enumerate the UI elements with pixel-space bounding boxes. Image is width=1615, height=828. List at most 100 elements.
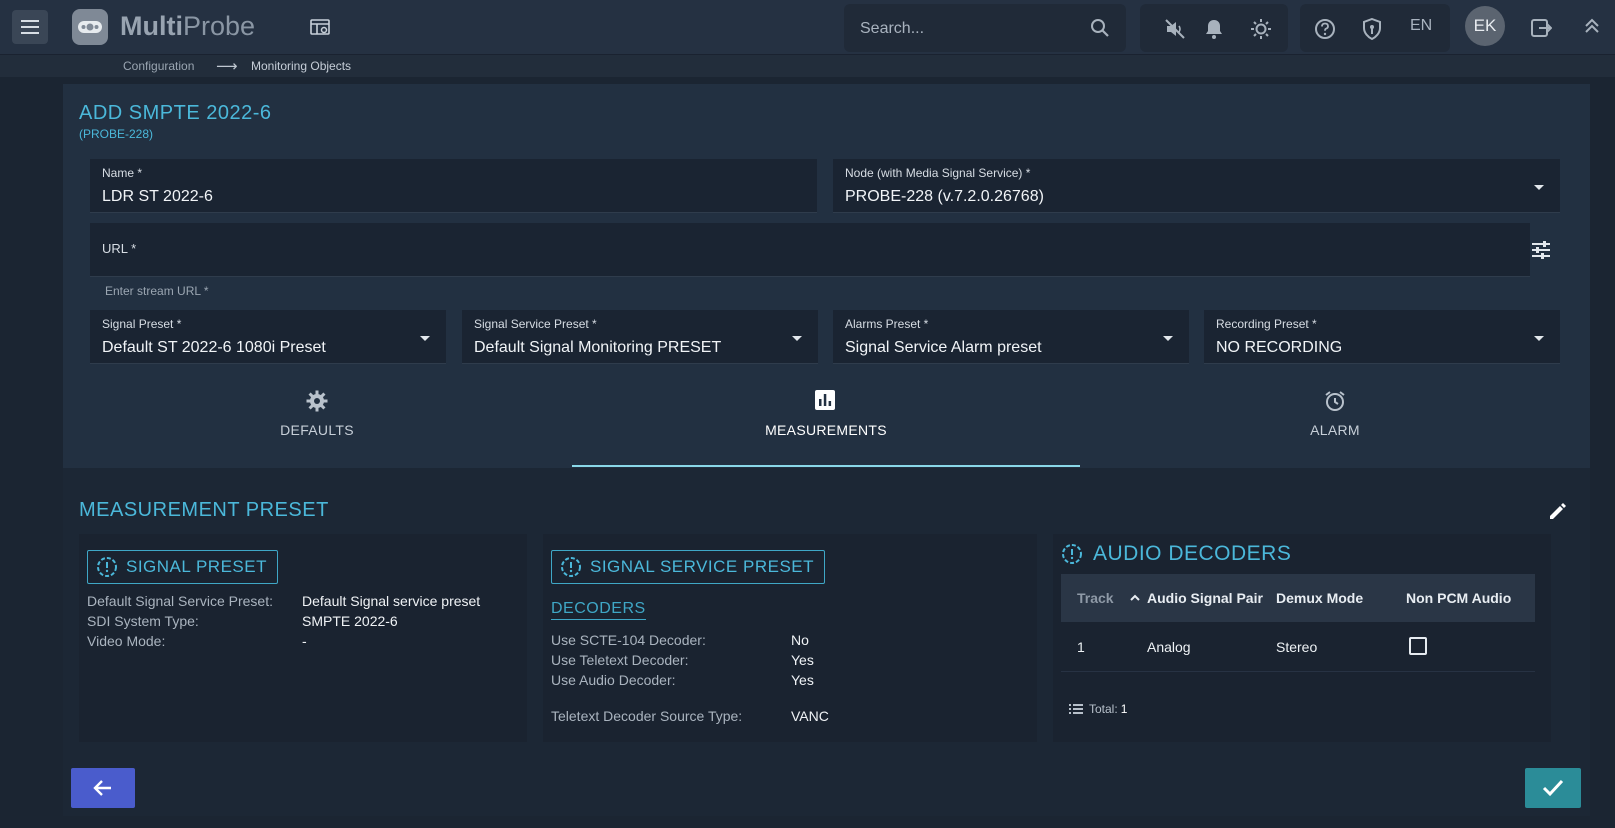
breadcrumb: Configuration ⟶ Monitoring Objects [0,55,1615,77]
menu-icon [21,20,39,34]
tab-defaults-label: DEFAULTS [280,422,354,438]
tab-defaults[interactable]: DEFAULTS [63,389,571,451]
kv-key: Video Mode: [87,633,166,649]
node-select[interactable]: Node (with Media Signal Service) * PROBE… [833,159,1560,213]
recording-preset-label: Recording Preset * [1216,317,1317,331]
page-title: ADD SMPTE 2022-6 [79,102,272,124]
chevron-down-icon [1534,336,1544,341]
signal-preset-value: Default ST 2022-6 1080i Preset [102,339,326,356]
check-icon [1542,779,1564,797]
language-selector[interactable]: EN [1410,17,1432,35]
alarms-preset-label: Alarms Preset * [845,317,929,331]
breadcrumb-separator: ⟶ [216,58,238,75]
chart-icon [814,389,838,413]
list-icon [1069,702,1083,716]
search-input[interactable] [860,17,1080,41]
active-tab-indicator [572,465,1080,467]
search-box [844,4,1126,52]
edit-icon[interactable] [1547,500,1571,524]
top-bar: MultiProbe EN EK [0,0,1615,55]
url-hint: Enter stream URL * [105,284,209,298]
alarms-preset-value: Signal Service Alarm preset [845,339,1042,356]
save-button[interactable] [1525,768,1581,808]
audio-decoders-heading: AUDIO DECODERS [1061,542,1291,566]
recording-preset-select[interactable]: Recording Preset * NO RECORDING [1204,310,1560,364]
signal-preset-select[interactable]: Signal Preset * Default ST 2022-6 1080i … [90,310,446,364]
kv-key: SDI System Type: [87,613,199,629]
kv-key: Use Audio Decoder: [551,672,676,688]
arrow-left-icon [93,780,111,796]
node-label: Node (with Media Signal Service) * [845,166,1031,180]
audio-decoders-title: AUDIO DECODERS [1093,542,1292,565]
column-header-non-pcm-audio[interactable]: Non PCM Audio [1406,590,1511,606]
back-button[interactable] [71,768,135,808]
total-label: Total: [1089,702,1118,716]
audio-decoders-panel: AUDIO DECODERS Track Audio Signal Pair D… [1053,534,1551,742]
kv-value: - [302,633,307,649]
total-count: 1 [1120,702,1128,716]
signal-preset-chip-label: SIGNAL PRESET [126,557,267,576]
cell-audio-signal-pair: Analog [1147,639,1191,655]
kv-key: Use Teletext Decoder: [551,652,689,668]
menu-button[interactable] [12,10,48,44]
column-header-demux-mode[interactable]: Demux Mode [1276,590,1363,606]
shield-icon[interactable] [1361,18,1383,40]
map-button[interactable] [306,14,334,42]
url-field[interactable]: URL * [90,223,1530,277]
signal-service-preset-label: Signal Service Preset * [474,317,597,331]
alarms-preset-select[interactable]: Alarms Preset * Signal Service Alarm pre… [833,310,1189,364]
alert-icon [96,556,118,578]
kv-value: SMPTE 2022-6 [302,613,398,629]
brightness-icon[interactable] [1250,18,1272,40]
brand-bold: Multi [120,11,183,41]
sort-ascending-icon[interactable] [1129,592,1141,604]
tab-measurements[interactable]: MEASUREMENTS [572,389,1080,451]
table-row[interactable]: 1 Analog Stereo [1061,622,1535,672]
kv-value: Yes [791,652,814,668]
bell-icon[interactable] [1203,18,1225,40]
avatar[interactable]: EK [1465,6,1505,46]
kv-key: Teletext Decoder Source Type: [551,708,743,724]
decoders-heading: DECODERS [551,600,646,620]
signal-preset-panel: SIGNAL PRESET Default Signal Service Pre… [79,534,527,742]
help-icon[interactable] [1314,18,1336,40]
breadcrumb-item-monitoring-objects[interactable]: Monitoring Objects [251,59,351,73]
name-label: Name * [102,166,143,180]
chevron-down-icon [1534,185,1544,190]
logout-icon[interactable] [1530,17,1552,39]
app-logo-text: MultiProbe [120,11,255,42]
measurement-section: MEASUREMENT PRESET SIGNAL PRESET Default… [63,468,1590,816]
name-field[interactable]: Name * LDR ST 2022-6 [90,159,817,213]
signal-service-preset-chip-label: SIGNAL SERVICE PRESET [590,557,815,576]
kv-value: VANC [791,708,829,724]
page-subtitle: (PROBE-228) [79,127,154,141]
kv-key: Use SCTE-104 Decoder: [551,632,706,648]
chevron-up-icon[interactable] [1583,17,1605,39]
signal-service-preset-value: Default Signal Monitoring PRESET [474,339,722,356]
tab-measurements-label: MEASUREMENTS [765,422,887,438]
tab-alarm[interactable]: ALARM [1081,389,1589,451]
signal-preset-chip[interactable]: SIGNAL PRESET [87,550,278,584]
signal-service-preset-select[interactable]: Signal Service Preset * Default Signal M… [462,310,818,364]
kv-value: Default Signal service preset [302,593,481,609]
url-label: URL * [102,241,137,256]
chevron-down-icon [792,336,802,341]
map-icon [310,19,330,35]
signal-preset-label: Signal Preset * [102,317,182,331]
search-icon[interactable] [1090,18,1110,38]
measurement-preset-title: MEASUREMENT PRESET [79,499,329,521]
tune-icon[interactable] [1529,238,1559,268]
column-header-audio-signal-pair[interactable]: Audio Signal Pair [1147,590,1263,606]
brand-light: Probe [182,11,256,41]
alarm-clock-icon [1323,389,1347,413]
signal-service-preset-panel: SIGNAL SERVICE PRESET DECODERS Use SCTE-… [543,534,1037,742]
mute-icon[interactable] [1164,18,1186,40]
non-pcm-audio-checkbox[interactable] [1409,637,1427,655]
add-object-card: ADD SMPTE 2022-6 (PROBE-228) Name * LDR … [63,84,1590,816]
signal-service-preset-chip[interactable]: SIGNAL SERVICE PRESET [551,550,826,584]
column-header-track[interactable]: Track [1077,590,1114,606]
breadcrumb-item-configuration[interactable]: Configuration [123,59,194,73]
cell-track: 1 [1077,639,1085,655]
node-value: PROBE-228 (v.7.2.0.26768) [845,188,1044,205]
chevron-down-icon [1163,336,1173,341]
